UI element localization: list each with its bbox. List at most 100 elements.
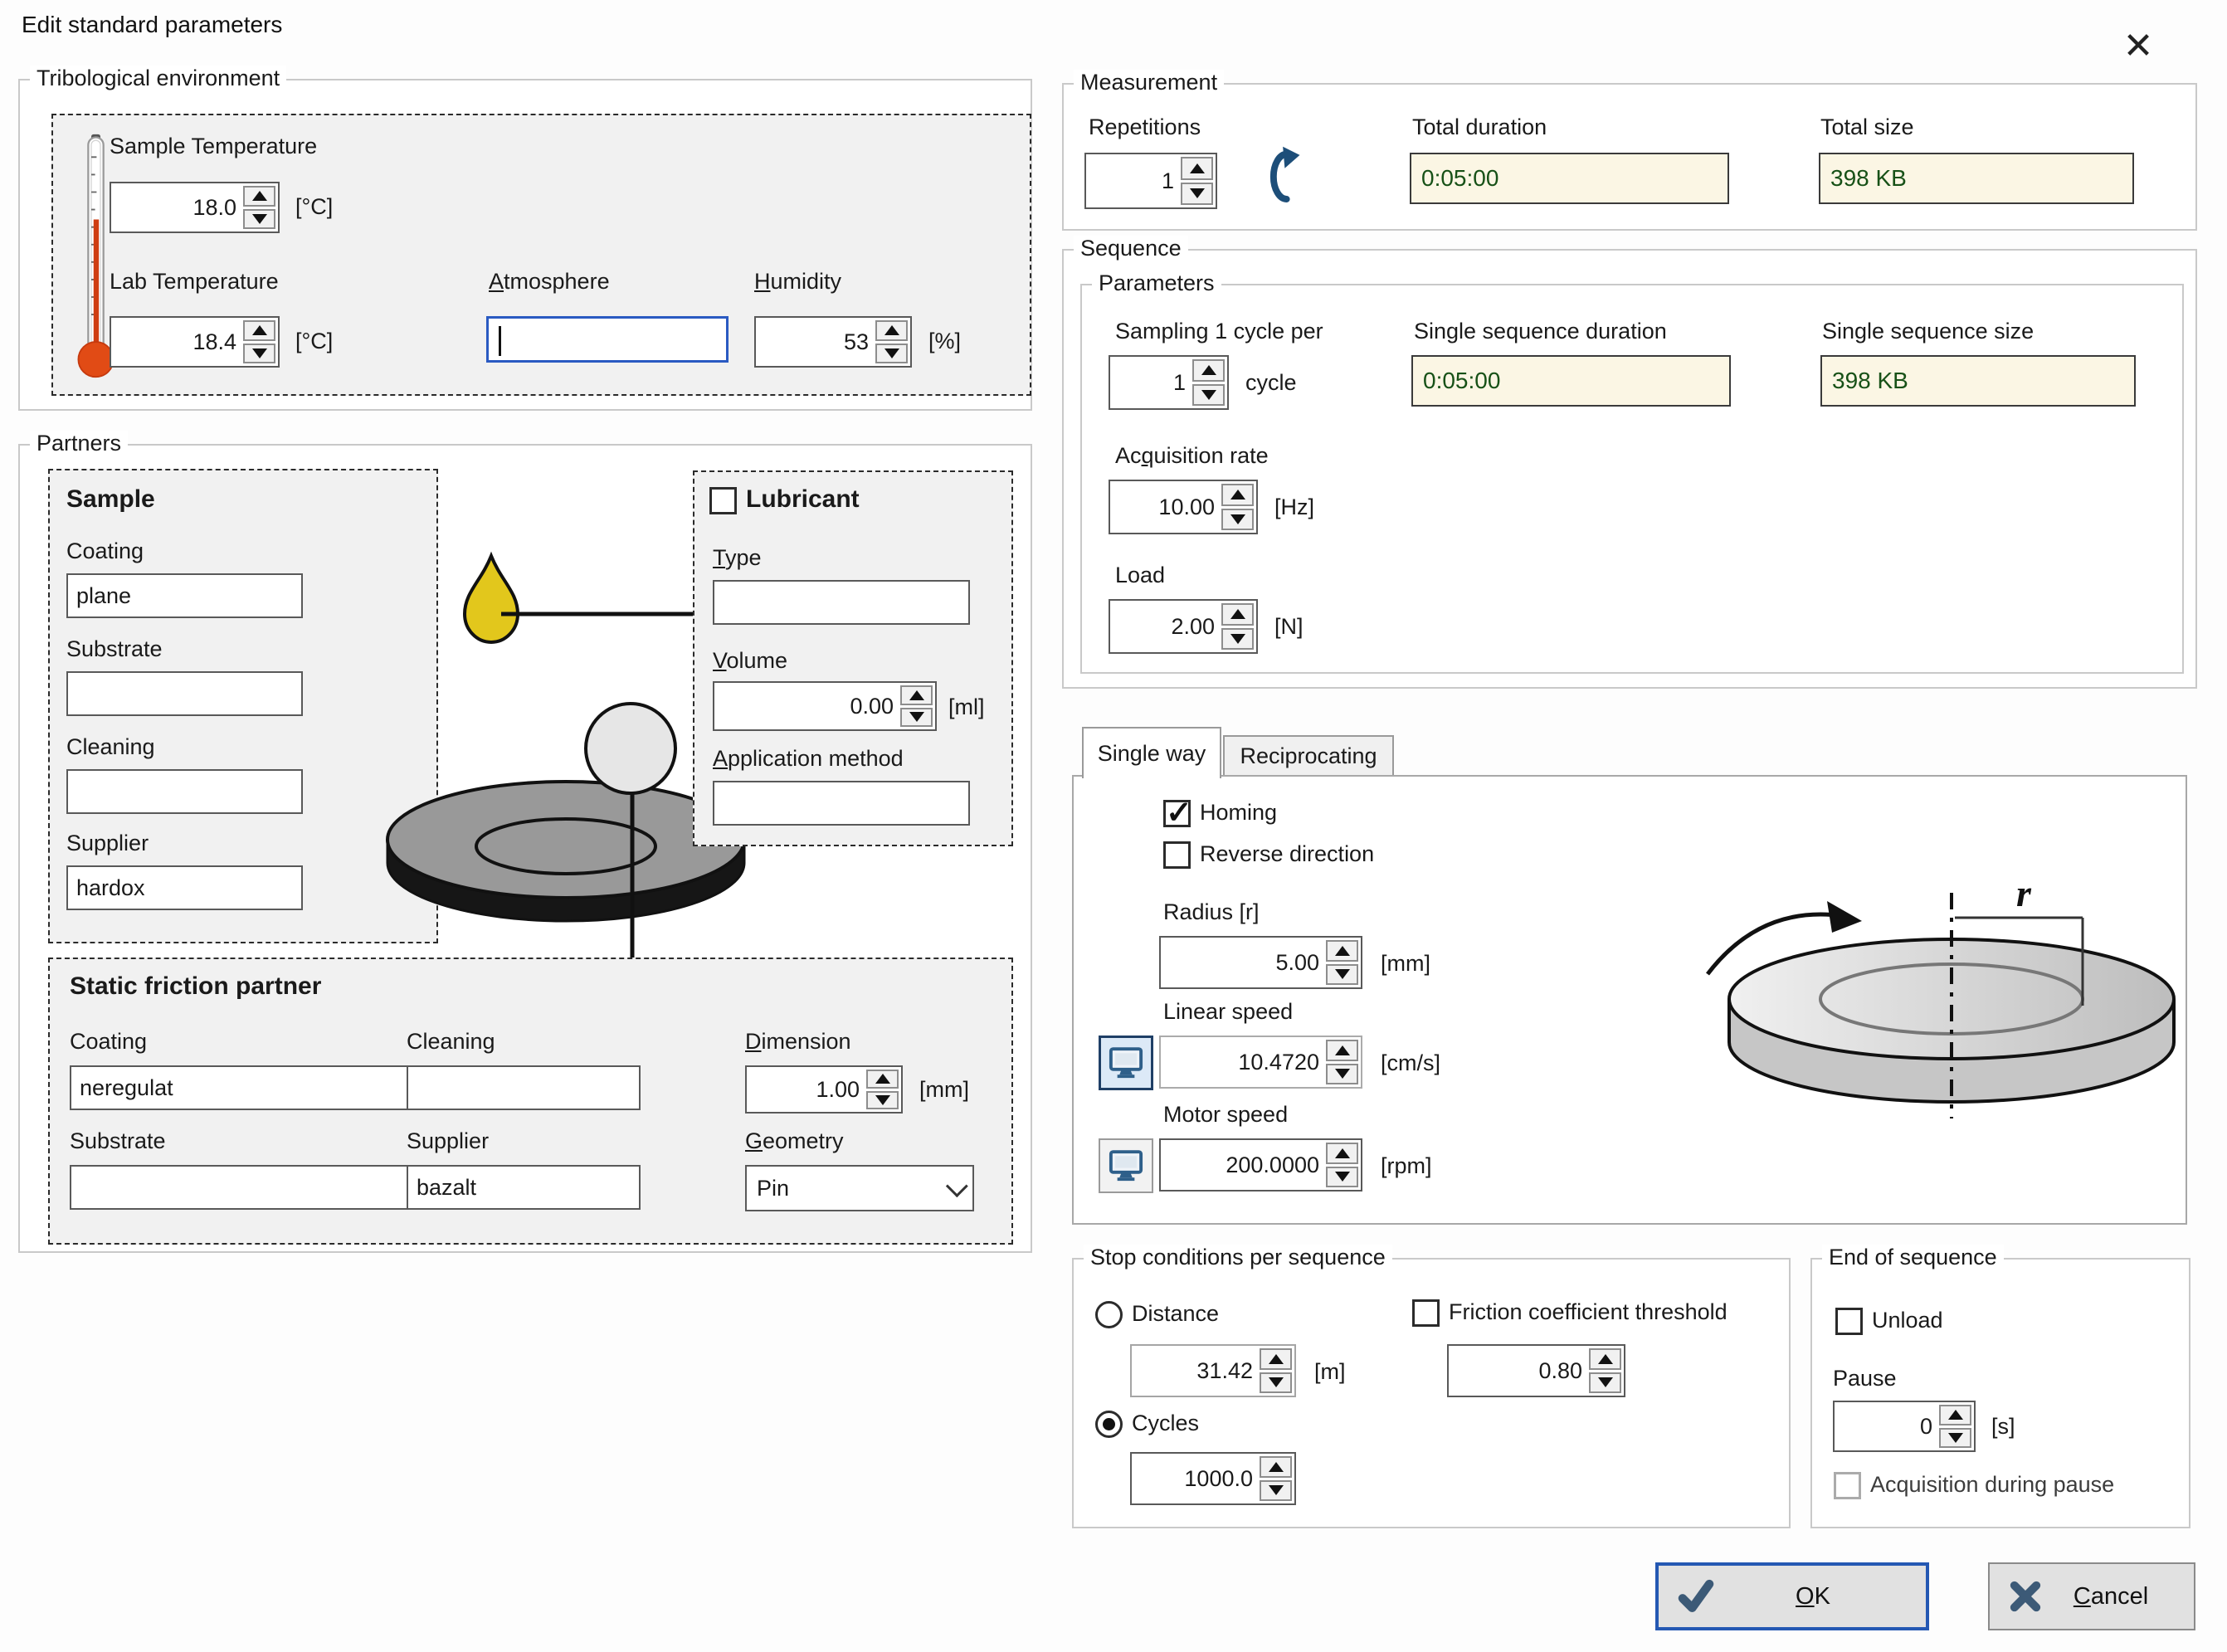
homing-checkbox[interactable] [1163, 800, 1191, 827]
spin-up-button[interactable] [1221, 484, 1254, 506]
unit-label: cycle [1245, 370, 1297, 396]
spin-up-button[interactable] [1589, 1348, 1621, 1370]
spin-up-button[interactable] [1939, 1405, 1971, 1425]
spin-down-button[interactable] [1326, 1167, 1358, 1188]
unload-label[interactable]: Unload [1872, 1308, 1943, 1333]
reverse-direction-checkbox[interactable] [1163, 841, 1191, 869]
sfp-dimension-value[interactable]: 1.00 [747, 1067, 866, 1112]
linear-speed-monitor-button[interactable] [1099, 1036, 1153, 1090]
unload-checkbox[interactable] [1835, 1308, 1863, 1335]
tab-reciprocating[interactable]: Reciprocating [1223, 735, 1394, 777]
reverse-direction-label[interactable]: Reverse direction [1200, 841, 1374, 867]
sfp-substrate-label: Substrate [70, 1128, 166, 1154]
sample-substrate-label: Substrate [66, 636, 163, 662]
sfp-geometry-dropdown[interactable]: Pin [745, 1165, 974, 1211]
friction-threshold-value[interactable]: 0.80 [1449, 1346, 1589, 1396]
group-legend: Stop conditions per sequence [1084, 1245, 1392, 1270]
friction-threshold-label[interactable]: Friction coefficient threshold [1449, 1299, 1728, 1325]
pause-value[interactable]: 0 [1835, 1402, 1939, 1450]
spin-down-button[interactable] [1326, 964, 1358, 986]
spin-down-button[interactable] [243, 344, 275, 364]
lubricant-checkbox[interactable] [709, 487, 737, 514]
total-size-label: Total size [1820, 115, 1914, 140]
unit-label: [m] [1314, 1359, 1346, 1385]
distance-label[interactable]: Distance [1132, 1301, 1219, 1327]
spin-up-button[interactable] [866, 1070, 899, 1089]
spin-down-button[interactable] [1192, 384, 1225, 407]
spin-up-button[interactable] [875, 320, 908, 341]
spin-down-button[interactable] [1221, 509, 1254, 531]
sfp-cleaning-input[interactable] [407, 1065, 641, 1110]
motor-speed-value[interactable]: 200.0000 [1161, 1140, 1326, 1190]
spin-up-button[interactable] [1326, 1143, 1358, 1164]
sample-substrate-input[interactable] [66, 671, 303, 716]
spin-down-button[interactable] [1221, 628, 1254, 651]
unit-label: [N] [1274, 614, 1304, 640]
spin-up-button[interactable] [1326, 1040, 1358, 1061]
cycles-radio[interactable] [1095, 1411, 1123, 1438]
homing-label[interactable]: Homing [1200, 800, 1277, 826]
cancel-button[interactable]: Cancel [1988, 1562, 2195, 1630]
chevron-down-icon [946, 1175, 968, 1197]
spin-up-button[interactable] [1221, 603, 1254, 626]
spin-up-button[interactable] [1326, 940, 1358, 962]
sfp-substrate-input[interactable] [70, 1165, 418, 1210]
ok-button[interactable]: OK [1655, 1562, 1929, 1630]
distance-radio[interactable] [1095, 1301, 1123, 1328]
close-icon[interactable]: ✕ [2112, 22, 2165, 70]
acquisition-rate-label: Acquisition rate [1115, 443, 1269, 469]
x-icon [2006, 1578, 2044, 1615]
cycles-label[interactable]: Cycles [1132, 1411, 1199, 1436]
sample-cleaning-label: Cleaning [66, 734, 155, 760]
spin-up-button[interactable] [1181, 157, 1213, 180]
sample-supplier-label: Supplier [66, 831, 149, 856]
sample-coating-input[interactable]: plane [66, 573, 303, 618]
unit-label: [rpm] [1381, 1153, 1432, 1179]
application-method-input[interactable] [713, 781, 970, 826]
distance-value: 31.42 [1132, 1346, 1260, 1396]
tab-single-way[interactable]: Single way [1082, 727, 1221, 778]
repeat-loop-icon [1260, 139, 1304, 216]
tribological-panel: Sample Temperature 18.0 [°C] Lab Tempera… [51, 114, 1031, 396]
spin-down-button[interactable] [866, 1091, 899, 1110]
friction-threshold-checkbox[interactable] [1412, 1299, 1440, 1327]
sfp-coating-input[interactable]: neregulat [70, 1065, 418, 1110]
spin-down-button[interactable] [1589, 1372, 1621, 1394]
spin-up-button[interactable] [243, 186, 275, 207]
spin-up-button[interactable] [1192, 359, 1225, 382]
atmosphere-input[interactable] [486, 316, 729, 363]
spin-up-button[interactable] [243, 320, 275, 341]
lubricant-volume-value[interactable]: 0.00 [714, 683, 900, 729]
sample-supplier-input[interactable]: hardox [66, 865, 303, 910]
repetitions-value[interactable]: 1 [1086, 154, 1181, 207]
spin-up-button[interactable] [900, 685, 933, 705]
humidity-value[interactable]: 53 [756, 318, 875, 366]
spin-down-button[interactable] [1326, 1064, 1358, 1085]
spin-down-button[interactable] [1260, 1480, 1292, 1502]
spin-down-button [1260, 1372, 1292, 1394]
spin-down-button[interactable] [900, 708, 933, 728]
cycles-value[interactable]: 1000.0 [1132, 1454, 1260, 1503]
load-value[interactable]: 2.00 [1110, 601, 1221, 652]
sampling-spinner: 1 [1109, 355, 1229, 410]
lubricant-type-input[interactable] [713, 580, 970, 625]
ok-button-label: OK [1717, 1583, 1909, 1611]
radius-value[interactable]: 5.00 [1161, 938, 1326, 987]
spin-down-button[interactable] [243, 209, 275, 230]
acquisition-rate-value[interactable]: 10.00 [1110, 481, 1221, 533]
sample-temperature-value[interactable]: 18.0 [111, 183, 243, 231]
unit-label: [mm] [919, 1077, 969, 1103]
sampling-value[interactable]: 1 [1110, 357, 1192, 408]
friction-threshold-spinner: 0.80 [1447, 1344, 1625, 1397]
motor-speed-monitor-button[interactable] [1099, 1138, 1153, 1193]
spin-down-button[interactable] [1181, 183, 1213, 206]
sfp-supplier-input[interactable]: bazalt [407, 1165, 641, 1210]
lubricant-title[interactable]: Lubricant [746, 485, 860, 514]
linear-speed-value[interactable]: 10.4720 [1161, 1037, 1326, 1087]
spin-up-button[interactable] [1260, 1456, 1292, 1478]
spin-down-button[interactable] [1939, 1428, 1971, 1449]
spin-down-button[interactable] [875, 344, 908, 364]
lab-temperature-value[interactable]: 18.4 [111, 318, 243, 366]
dialog-title: Edit standard parameters [22, 12, 282, 38]
sample-cleaning-input[interactable] [66, 769, 303, 814]
